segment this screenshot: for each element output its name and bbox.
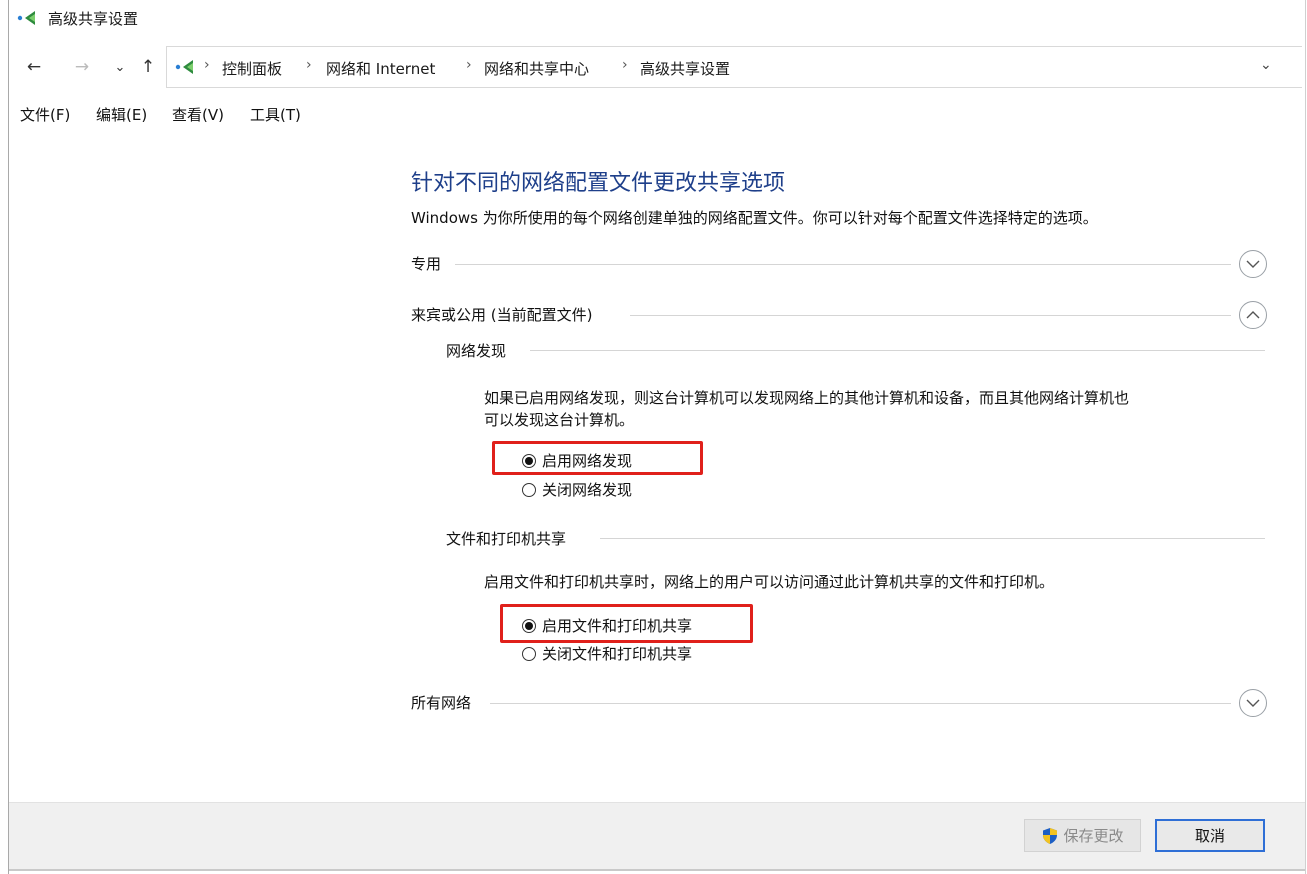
- network-icon: [175, 60, 193, 74]
- title-bar[interactable]: [9, 0, 1305, 36]
- network-discovery-description: 如果已启用网络发现，则这台计算机可以发现网络上的其他计算机和设备，而且其他网络计…: [484, 387, 1129, 431]
- save-changes-button[interactable]: 保存更改: [1024, 819, 1141, 852]
- back-button[interactable]: ←: [22, 54, 46, 80]
- breadcrumb-separator[interactable]: ›: [306, 57, 312, 73]
- section-divider: [455, 264, 1231, 265]
- file-printer-sharing-label: 文件和打印机共享: [446, 528, 573, 549]
- network-discovery-description-line: 如果已启用网络发现，则这台计算机可以发现网络上的其他计算机和设备，而且其他网络计…: [484, 389, 1130, 407]
- collapse-guest-button[interactable]: [1239, 301, 1267, 329]
- file-printer-sharing-description: 启用文件和打印机共享时，网络上的用户可以访问通过此计算机共享的文件和打印机。: [484, 573, 1055, 591]
- radio-label: 启用网络发现: [542, 452, 633, 470]
- radio-label: 关闭网络发现: [542, 481, 633, 499]
- network-discovery-description-line: 可以发现这台计算机。: [484, 411, 635, 429]
- profile-private-header[interactable]: 专用: [411, 253, 448, 274]
- menu-edit[interactable]: 编辑(E): [96, 104, 147, 125]
- page-description: Windows 为你所使用的每个网络创建单独的网络配置文件。你可以针对每个配置文…: [411, 209, 1098, 227]
- save-changes-label: 保存更改: [1063, 827, 1124, 845]
- radio-disable-network-discovery[interactable]: 关闭网络发现: [522, 479, 632, 500]
- address-history-dropdown[interactable]: ⌄: [1260, 57, 1272, 73]
- expand-private-button[interactable]: [1239, 250, 1267, 278]
- network-discovery-label: 网络发现: [446, 340, 513, 361]
- radio-enable-network-discovery[interactable]: 启用网络发现: [522, 450, 632, 471]
- radio-label: 关闭文件和打印机共享: [542, 645, 693, 663]
- shield-icon: [1043, 827, 1058, 844]
- expand-all-networks-button[interactable]: [1239, 689, 1267, 717]
- menu-tools[interactable]: 工具(T): [250, 104, 301, 125]
- breadcrumb-network-internet[interactable]: 网络和 Internet: [326, 58, 435, 79]
- radio-selected-icon: [522, 618, 536, 633]
- section-divider: [530, 350, 1265, 351]
- breadcrumb-control-panel[interactable]: 控制面板: [222, 58, 282, 79]
- section-divider: [630, 315, 1231, 316]
- page-title: 针对不同的网络配置文件更改共享选项: [411, 171, 786, 196]
- menu-view[interactable]: 查看(V): [172, 104, 224, 125]
- chevron-down-icon: [1246, 699, 1260, 707]
- radio-disable-file-printer-sharing[interactable]: 关闭文件和打印机共享: [522, 643, 692, 664]
- radio-selected-icon: [522, 453, 536, 468]
- window-title: 高级共享设置: [48, 10, 139, 28]
- radio-unselected-icon: [522, 482, 536, 497]
- breadcrumb-separator[interactable]: ›: [622, 57, 628, 73]
- breadcrumb-advanced-sharing[interactable]: 高级共享设置: [640, 58, 730, 79]
- forward-button[interactable]: →: [70, 54, 94, 80]
- radio-label: 启用文件和打印机共享: [542, 617, 693, 635]
- profile-all-header[interactable]: 所有网络: [411, 692, 478, 713]
- radio-unselected-icon: [522, 646, 536, 661]
- window-bottom-border: [9, 869, 1305, 871]
- recent-locations-button[interactable]: ⌄: [108, 54, 132, 80]
- cancel-button[interactable]: 取消: [1155, 819, 1265, 852]
- chevron-up-icon: [1246, 311, 1260, 319]
- breadcrumb-separator[interactable]: ›: [204, 57, 210, 73]
- section-divider: [600, 538, 1265, 539]
- breadcrumb-network-sharing-center[interactable]: 网络和共享中心: [484, 58, 589, 79]
- window-right-border: [1305, 0, 1306, 874]
- section-divider: [490, 703, 1231, 704]
- radio-enable-file-printer-sharing[interactable]: 启用文件和打印机共享: [522, 615, 692, 636]
- chevron-down-icon: [1246, 260, 1260, 268]
- window-left-border: [8, 0, 9, 874]
- menu-file[interactable]: 文件(F): [20, 104, 70, 125]
- breadcrumb-separator[interactable]: ›: [466, 57, 472, 73]
- network-icon: [17, 11, 35, 25]
- profile-guest-header[interactable]: 来宾或公用 (当前配置文件): [411, 304, 599, 325]
- up-button[interactable]: ↑: [136, 54, 160, 80]
